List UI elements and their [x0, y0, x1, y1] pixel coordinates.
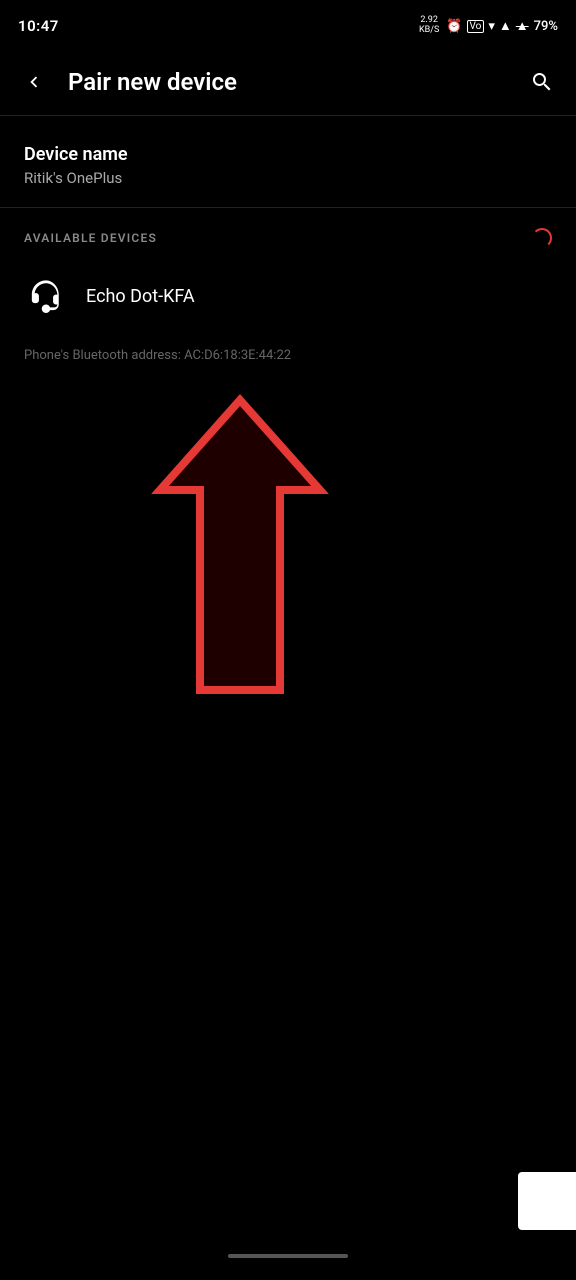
back-button[interactable] — [16, 64, 52, 100]
network-speed: 2.92 KB/S — [419, 16, 439, 36]
device-name-value: Ritik's OnePlus — [24, 169, 552, 187]
available-devices-header: AVAILABLE DEVICES — [24, 228, 552, 248]
search-icon — [530, 70, 554, 94]
device-item[interactable]: Echo Dot-KFA — [24, 260, 552, 332]
vowifi-icon: Vo — [467, 20, 485, 33]
headphones-icon — [29, 279, 63, 313]
nav-indicator — [228, 1254, 348, 1258]
arrow-annotation — [110, 390, 370, 730]
device-name-section: Device name Ritik's OnePlus — [0, 116, 576, 207]
battery-level: 79% — [534, 19, 558, 34]
status-right-area: 2.92 KB/S ⏰ Vo ▾ ▲ ▲ 79% — [419, 16, 558, 36]
loading-spinner — [532, 228, 552, 248]
nosim-icon: ▲ — [516, 18, 529, 34]
alarm-icon: ⏰ — [446, 19, 462, 34]
wifi-icon: ▾ — [488, 19, 495, 34]
search-button[interactable] — [524, 64, 560, 100]
status-icons: ⏰ Vo ▾ ▲ ▲ — [446, 18, 528, 34]
available-devices-section: AVAILABLE DEVICES Echo Dot-KFA — [0, 208, 576, 332]
white-rect — [518, 1172, 576, 1230]
app-bar: Pair new device — [0, 48, 576, 116]
device-name-label: Device name — [24, 144, 552, 165]
available-devices-label: AVAILABLE DEVICES — [24, 231, 157, 245]
device-type-icon — [24, 274, 68, 318]
status-bar: 10:47 2.92 KB/S ⏰ Vo ▾ ▲ ▲ 79% — [0, 0, 576, 48]
signal-icon: ▲ — [499, 18, 512, 34]
device-name-text: Echo Dot-KFA — [86, 286, 195, 307]
back-icon — [23, 71, 45, 93]
bluetooth-address: Phone's Bluetooth address: AC:D6:18:3E:4… — [0, 332, 576, 383]
page-title: Pair new device — [68, 68, 524, 96]
status-time: 10:47 — [18, 17, 59, 35]
nav-bar — [0, 1232, 576, 1280]
